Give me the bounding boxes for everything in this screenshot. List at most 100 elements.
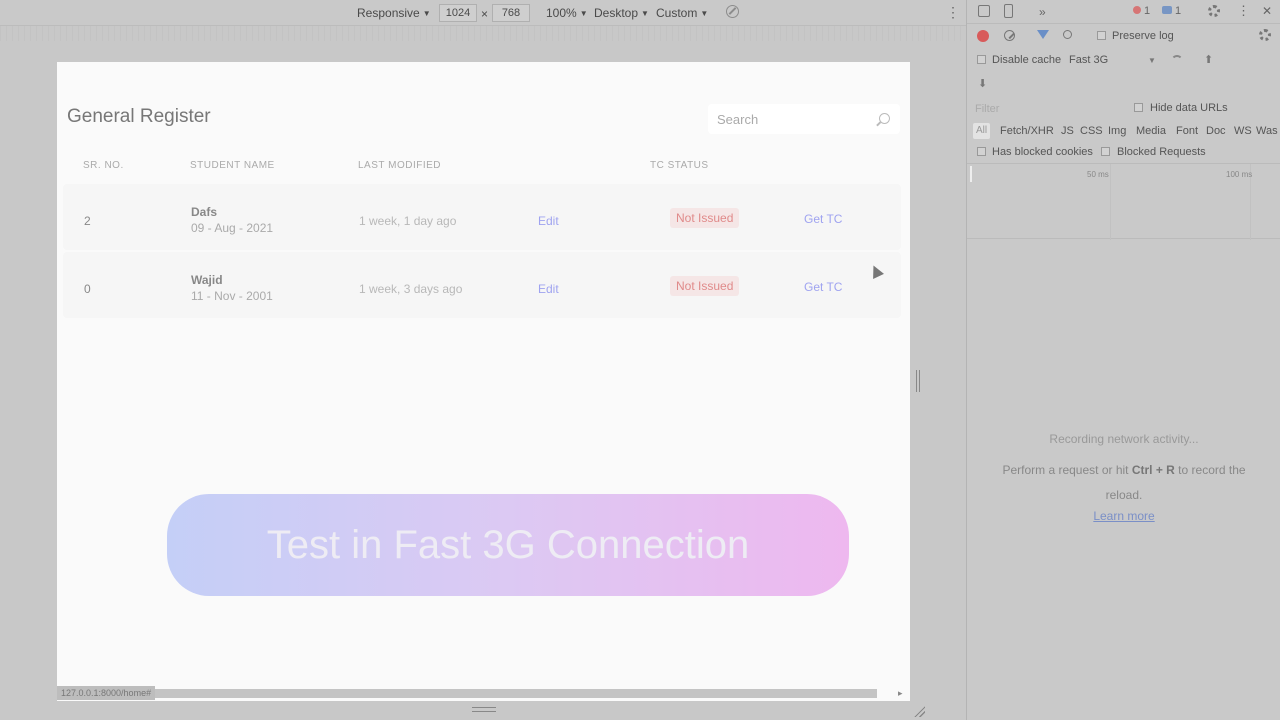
zoom-label: 100% <box>546 6 577 20</box>
more-tabs-icon[interactable]: » <box>1039 5 1046 19</box>
page-title: General Register <box>67 106 211 127</box>
sr-no: 2 <box>84 214 91 228</box>
edit-link[interactable]: Edit <box>538 214 559 228</box>
emulated-viewport: General Register SR. NO. STUDENT NAME LA… <box>57 62 910 701</box>
error-counter[interactable]: 1 <box>1133 5 1150 17</box>
network-toolbar-2: Disable cache Fast 3G ▼ ⬆ <box>967 48 1280 72</box>
hint-text-pre: Perform a request or hit <box>1002 463 1132 477</box>
search-box <box>708 104 900 134</box>
zoom-dropdown[interactable]: 100% ▼ <box>546 6 588 20</box>
device-toggle-icon[interactable] <box>1004 4 1013 18</box>
edit-link[interactable]: Edit <box>538 282 559 296</box>
empty-state: Recording network activity... Perform a … <box>967 432 1280 523</box>
column-header-last-modified: LAST MODIFIED <box>358 160 441 171</box>
message-count: 1 <box>1175 5 1182 17</box>
timeline-tick-label: 50 ms <box>1087 170 1109 179</box>
shortcut-text: Ctrl + R <box>1131 463 1175 477</box>
type-filter-media[interactable]: Media <box>1136 125 1166 137</box>
dimensions-dropdown[interactable]: Responsive ▼ <box>357 6 431 20</box>
horizontal-scrollbar[interactable] <box>57 689 877 698</box>
fast-3g-banner: Test in Fast 3G Connection <box>167 494 849 596</box>
resize-handle-bottom[interactable] <box>472 707 496 712</box>
get-tc-link[interactable]: Get TC <box>804 280 842 294</box>
type-filter-fetch-xhr[interactable]: Fetch/XHR <box>1000 125 1054 137</box>
message-counter[interactable]: 1 <box>1162 5 1181 17</box>
message-icon <box>1162 6 1172 14</box>
blocked-requests-checkbox[interactable] <box>1101 147 1110 156</box>
type-filter-all[interactable]: All <box>973 123 990 139</box>
table-row: 2 Dafs 09 - Aug - 2021 1 week, 1 day ago… <box>63 184 901 250</box>
empty-state-hint: Perform a request or hit Ctrl + R to rec… <box>967 458 1280 508</box>
dimensions-label: Responsive <box>357 6 420 20</box>
column-header-student-name: STUDENT NAME <box>190 160 275 171</box>
type-filter-font[interactable]: Font <box>1176 125 1198 137</box>
type-filter-doc[interactable]: Doc <box>1206 125 1226 137</box>
import-har-icon[interactable]: ⬆ <box>1204 53 1213 66</box>
chevron-down-icon: ▼ <box>1148 56 1156 65</box>
devtools-panel: » 1 1 ⋮ ✕ Preserve log Disable cache Fas… <box>966 0 1280 720</box>
hide-data-urls-checkbox[interactable] <box>1134 103 1143 112</box>
width-input[interactable]: 1024 <box>439 4 477 22</box>
device-type-dropdown[interactable]: Desktop ▼ <box>594 6 649 20</box>
type-filter-wasm[interactable]: Was <box>1256 125 1278 137</box>
register-table: SR. NO. STUDENT NAME LAST MODIFIED TC ST… <box>63 150 901 318</box>
status-url: 127.0.0.1:8000/home# <box>57 686 156 700</box>
network-conditions-icon[interactable] <box>1171 55 1183 67</box>
close-icon[interactable]: ✕ <box>1262 4 1272 18</box>
throttle-label: Custom <box>656 6 698 20</box>
chevron-down-icon: ▼ <box>579 9 588 18</box>
scroll-right-icon[interactable]: ▸ <box>898 688 903 699</box>
student-dob: 11 - Nov - 2001 <box>191 289 273 303</box>
last-modified: 1 week, 3 days ago <box>359 282 463 296</box>
network-timeline[interactable]: 50 ms 100 ms <box>967 163 1280 240</box>
inspect-element-icon[interactable] <box>978 5 990 17</box>
type-filter-js[interactable]: JS <box>1061 125 1074 137</box>
table-row: 0 Wajid 11 - Nov - 2001 1 week, 3 days a… <box>63 252 901 318</box>
column-header-tc-status: TC STATUS <box>650 160 709 171</box>
filter-input[interactable] <box>975 102 1125 116</box>
disable-cache-label: Disable cache <box>992 54 1062 66</box>
preserve-log-label: Preserve log <box>1112 30 1174 42</box>
timeline-marker <box>970 166 972 182</box>
network-settings-gear-icon[interactable] <box>1259 29 1271 41</box>
throttle-dropdown[interactable]: Custom ▼ <box>656 6 708 20</box>
times-sign: × <box>481 7 489 21</box>
type-filter-css[interactable]: CSS <box>1080 125 1103 137</box>
chevron-down-icon: ▼ <box>422 9 431 18</box>
search-icon[interactable] <box>1063 30 1072 39</box>
type-filter-img[interactable]: Img <box>1108 125 1126 137</box>
clear-icon[interactable] <box>1004 30 1015 41</box>
student-name: Dafs <box>191 205 218 219</box>
settings-gear-icon[interactable] <box>1208 5 1220 17</box>
last-modified: 1 week, 1 day ago <box>359 214 457 228</box>
device-type-label: Desktop <box>594 6 639 20</box>
search-input[interactable] <box>708 104 868 134</box>
filter-icon[interactable] <box>1037 30 1049 39</box>
height-input[interactable]: 768 <box>492 4 530 22</box>
student-dob: 09 - Aug - 2021 <box>191 221 274 235</box>
chevron-down-icon: ▼ <box>641 9 649 18</box>
get-tc-link[interactable]: Get TC <box>804 212 842 226</box>
timeline-gridline <box>1110 164 1111 240</box>
student-name: Wajid <box>191 273 223 287</box>
device-toolbar: Responsive ▼ 1024 × 768 100% ▼ Desktop ▼ Cu… <box>0 0 966 26</box>
devtools-tabbar: » 1 1 ⋮ ✕ <box>967 0 1280 24</box>
has-blocked-cookies-checkbox[interactable] <box>977 147 986 156</box>
resize-handle-right[interactable] <box>916 370 920 392</box>
more-options-icon[interactable]: ⋮ <box>946 4 960 21</box>
rotate-icon[interactable] <box>726 5 739 18</box>
throttle-select[interactable]: Fast 3G <box>1069 54 1108 66</box>
record-icon[interactable] <box>977 30 989 42</box>
media-query-ruler[interactable] <box>0 26 966 41</box>
network-toolbar: Preserve log <box>967 24 1280 48</box>
disable-cache-checkbox[interactable] <box>977 55 986 64</box>
learn-more-link[interactable]: Learn more <box>967 509 1280 523</box>
resize-corner-icon[interactable] <box>913 705 925 717</box>
preserve-log-checkbox[interactable] <box>1097 31 1106 40</box>
search-icon[interactable] <box>879 113 890 124</box>
hide-data-urls-label: Hide data URLs <box>1150 102 1228 114</box>
more-options-icon[interactable]: ⋮ <box>1237 3 1250 19</box>
chevron-down-icon: ▼ <box>700 9 709 18</box>
type-filter-ws[interactable]: WS <box>1234 125 1252 137</box>
export-har-icon[interactable]: ⬇ <box>978 77 987 90</box>
